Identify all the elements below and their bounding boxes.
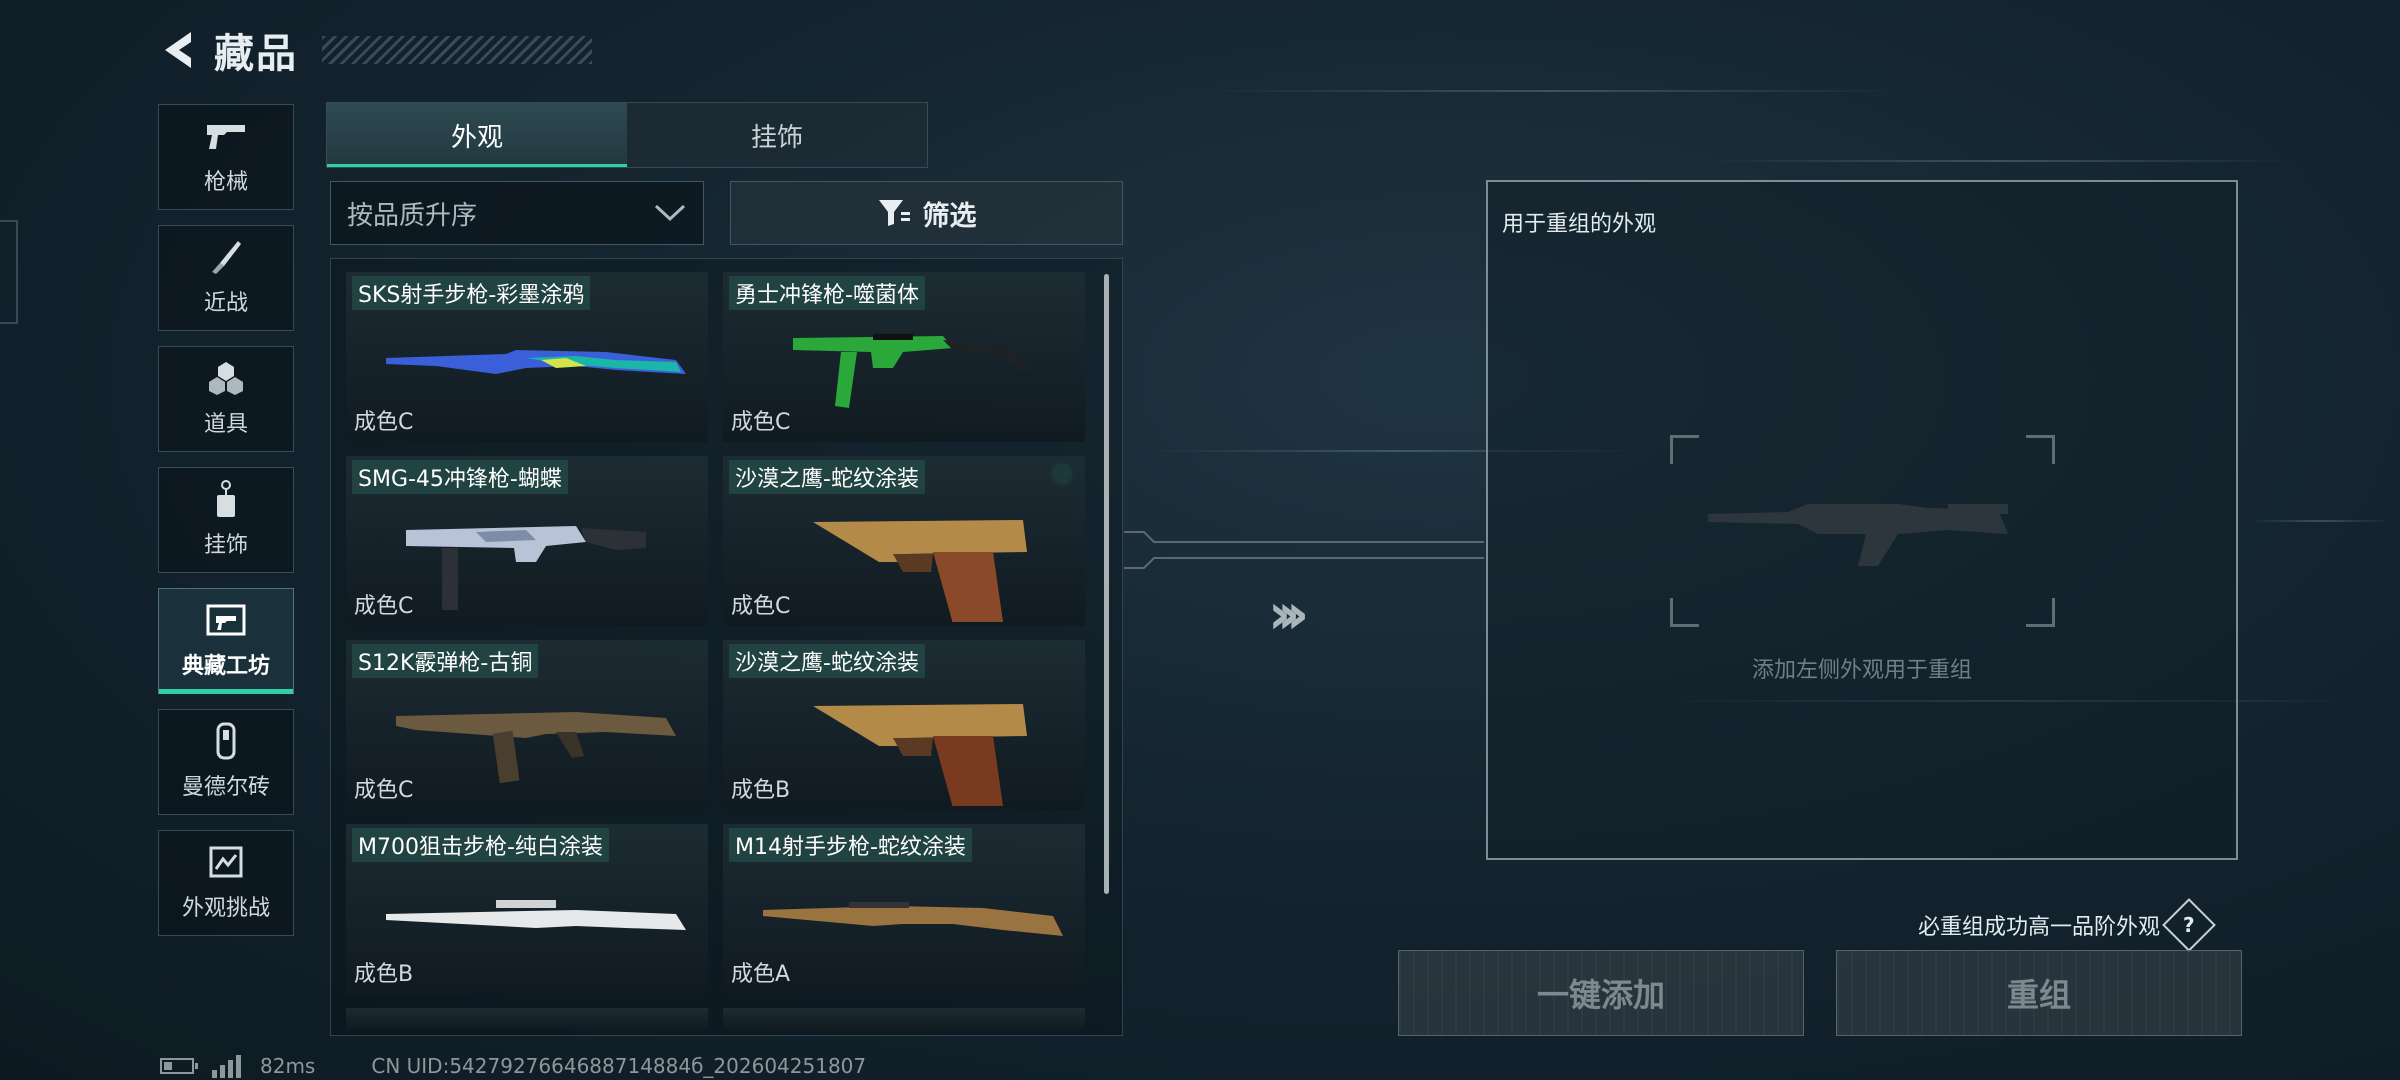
skin-grade: 成色B (731, 778, 791, 803)
sniper-rifle-icon (386, 900, 686, 930)
skin-card[interactable]: S12K霰弹枪-古铜 成色C (346, 640, 708, 810)
nav-item-guns[interactable]: 枪械 (158, 104, 294, 210)
skin-grade: 成色C (354, 594, 414, 619)
sks-rifle-icon (386, 350, 686, 374)
filter-label: 筛选 (922, 200, 977, 232)
skin-card[interactable]: 勇士冲锋枪-噬菌体 成色C (723, 272, 1085, 442)
back-button[interactable] (160, 28, 200, 72)
skin-grade: 成色A (731, 962, 791, 987)
guarantee-note: 必重组成功高一品阶外观 ? (1918, 898, 2216, 952)
skin-card[interactable]: 沙漠之鹰-蛇纹涂装 成色C (723, 456, 1085, 626)
panel-title: 用于重组的外观 (1502, 212, 1657, 237)
help-icon[interactable]: ? (2162, 898, 2216, 952)
smg-icon (793, 334, 1033, 408)
bg-streak (1200, 90, 1900, 92)
bg-streak (1700, 160, 2300, 162)
skin-name: 沙漠之鹰-蛇纹涂装 (729, 460, 925, 494)
skin-grade: 成色C (354, 778, 414, 803)
charm-icon (204, 480, 248, 517)
skin-name: 沙漠之鹰-蛇纹涂装 (729, 644, 925, 678)
nav-item-melee[interactable]: 近战 (158, 225, 294, 331)
skin-name: SMG-45冲锋枪-蝴蝶 (352, 460, 568, 494)
add-all-button[interactable]: 一键添加 (1398, 950, 1804, 1036)
workshop-icon (204, 602, 248, 638)
connector-lines (1124, 531, 1484, 569)
nav-label: 枪械 (203, 170, 248, 195)
guarantee-text: 必重组成功高一品阶外观 (1918, 915, 2161, 940)
gear-props-icon (204, 360, 248, 396)
marksman-rifle-icon (763, 902, 1063, 936)
battery-icon (160, 1058, 198, 1074)
skin-grade: 成色C (354, 410, 414, 435)
tab-skins[interactable]: 外观 (327, 103, 627, 167)
sort-dropdown[interactable]: 按品质升序 (330, 181, 704, 245)
category-nav: 枪械 近战 道具 挂饰 典藏工坊 曼德尔砖 外观挑战 (158, 104, 296, 951)
skin-name: S12K霰弹枪-古铜 (352, 644, 539, 678)
nav-label: 道具 (203, 412, 248, 437)
recombine-panel[interactable]: 用于重组的外观 添加左侧外观用于重组 (1486, 180, 2238, 860)
back-arrow-icon (165, 32, 191, 68)
rifle-placeholder-icon (1708, 504, 2008, 566)
skin-name: M14射手步枪-蛇纹涂装 (729, 828, 972, 862)
recombine-label: 重组 (2006, 976, 2071, 1014)
uid-text: CN UID:5427927664688714884б_202604251807 (371, 1054, 867, 1078)
nav-label: 曼德尔砖 (181, 775, 270, 800)
add-all-label: 一键添加 (1536, 976, 1665, 1014)
nav-label: 典藏工坊 (181, 654, 270, 679)
shotgun-icon (396, 712, 676, 784)
skin-name: SKS射手步枪-彩墨涂鸦 (352, 276, 591, 310)
frame-corner (2026, 435, 2055, 464)
skin-card[interactable]: M700狙击步枪-纯白涂装 成色B (346, 824, 708, 994)
skin-name: 勇士冲锋枪-噬菌体 (729, 276, 925, 310)
skin-card-partial (346, 1008, 708, 1030)
nav-label: 近战 (203, 291, 248, 316)
skin-card[interactable]: SMG-45冲锋枪-蝴蝶 成色C (346, 456, 708, 626)
tab-charms[interactable]: 挂饰 (627, 103, 927, 167)
nav-label: 挂饰 (203, 533, 248, 558)
page-title: 藏品 (214, 31, 298, 77)
nav-item-charms[interactable]: 挂饰 (158, 467, 294, 573)
frame-corner (2026, 598, 2055, 627)
nav-item-brick[interactable]: 曼德尔砖 (158, 709, 294, 815)
desert-eagle-icon (813, 704, 1027, 806)
nav-item-workshop[interactable]: 典藏工坊 (158, 588, 294, 694)
skin-name: M700狙击步枪-纯白涂装 (352, 828, 609, 862)
recombine-button[interactable]: 重组 (1836, 950, 2242, 1036)
nav-item-props[interactable]: 道具 (158, 346, 294, 452)
side-bracket (0, 220, 18, 324)
signal-icon (212, 1055, 241, 1078)
skin-card[interactable]: 沙漠之鹰-蛇纹涂装 成色B (723, 640, 1085, 810)
filter-icon (878, 200, 910, 226)
status-bar: 82ms CN UID:5427927664688714884б_2026042… (160, 1054, 866, 1078)
frame-corner (1670, 435, 1699, 464)
nav-label: 外观挑战 (181, 896, 270, 921)
sort-label: 按品质升序 (347, 200, 478, 231)
skin-grade: 成色C (731, 410, 791, 435)
list-scrollbar[interactable] (1104, 274, 1109, 894)
smg45-icon (406, 526, 646, 610)
skin-grade: 成色C (731, 594, 791, 619)
tab-bar: 外观 挂饰 (326, 102, 928, 168)
page-header: 藏品 (160, 22, 592, 78)
frame-corner (1670, 598, 1699, 627)
arrow-chevrons-icon: ››› (1268, 582, 1309, 647)
gun-icon (204, 118, 248, 154)
skin-grade: 成色B (354, 962, 414, 987)
ping-value: 82ms (260, 1054, 316, 1078)
skin-card-partial (723, 1008, 1085, 1030)
skin-card[interactable]: SKS射手步枪-彩墨涂鸦 成色C (346, 272, 708, 442)
nav-item-challenge[interactable]: 外观挑战 (158, 830, 294, 936)
brick-icon (204, 722, 248, 760)
skin-card[interactable]: M14射手步枪-蛇纹涂装 成色A (723, 824, 1085, 994)
filter-button[interactable]: 筛选 (730, 181, 1123, 245)
bg-streak (2250, 520, 2390, 522)
title-decoration (322, 36, 592, 64)
panel-hint: 添加左侧外观用于重组 (1751, 658, 1972, 683)
challenge-icon (204, 844, 248, 880)
knife-icon (204, 239, 248, 275)
desert-eagle-icon (813, 520, 1027, 622)
chevron-down-icon (654, 204, 686, 222)
